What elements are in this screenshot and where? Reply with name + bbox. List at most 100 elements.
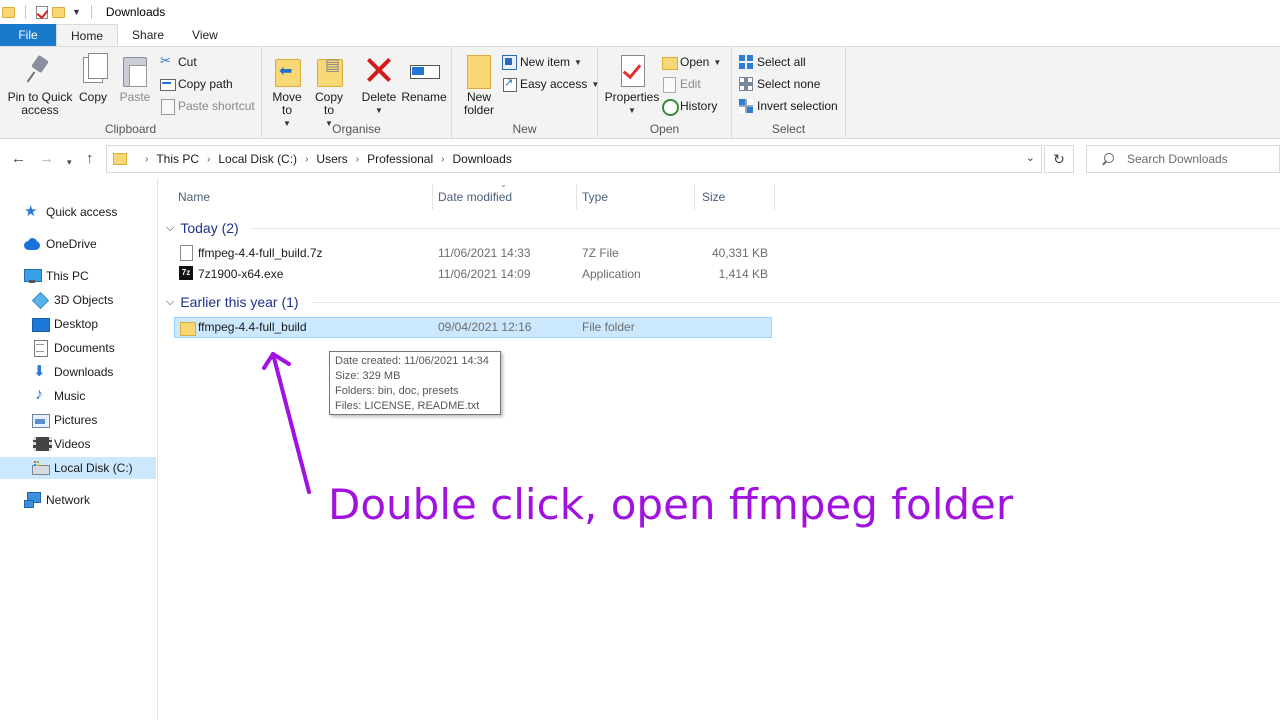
breadcrumb-separator-icon[interactable]: › bbox=[145, 154, 148, 165]
refresh-button[interactable]: ↻ bbox=[1044, 145, 1074, 173]
sidebar-item-network[interactable]: Network bbox=[24, 489, 90, 511]
sidebar-item-quick-access[interactable]: Quick access bbox=[24, 201, 117, 223]
paste-button[interactable]: Paste bbox=[118, 53, 152, 104]
breadcrumb-downloads[interactable]: Downloads bbox=[452, 152, 511, 166]
tab-home[interactable]: Home bbox=[56, 24, 119, 46]
breadcrumb-users[interactable]: Users bbox=[316, 152, 347, 166]
delete-button[interactable]: Delete ▼ bbox=[360, 53, 398, 117]
search-input[interactable]: Search Downloads bbox=[1086, 145, 1280, 173]
sidebar-item-music[interactable]: Music bbox=[32, 385, 85, 407]
sidebar-item-label: Videos bbox=[54, 437, 91, 451]
open-button[interactable]: Open ▼ bbox=[662, 53, 721, 71]
column-header-date-modified[interactable]: Date modified bbox=[432, 186, 576, 208]
breadcrumb-professional[interactable]: Professional bbox=[367, 152, 433, 166]
pin-icon bbox=[24, 53, 56, 89]
breadcrumb-separator-icon[interactable]: › bbox=[305, 154, 308, 165]
back-arrow-icon[interactable]: ← bbox=[11, 150, 26, 168]
rename-label: Rename bbox=[401, 90, 447, 104]
column-header-name[interactable]: Name bbox=[172, 186, 432, 208]
easy-access-button[interactable]: Easy access ▼ bbox=[502, 75, 599, 93]
search-icon bbox=[1101, 153, 1114, 165]
chevron-down-icon: ▼ bbox=[574, 57, 582, 67]
annotation-arrow-head-right bbox=[271, 352, 291, 366]
tab-view[interactable]: View bbox=[178, 24, 232, 46]
sidebar-item-onedrive[interactable]: OneDrive bbox=[24, 233, 97, 255]
column-divider[interactable] bbox=[694, 184, 695, 210]
file-type: Application bbox=[582, 267, 641, 281]
sidebar-item-videos[interactable]: Videos bbox=[32, 433, 90, 455]
address-history-chevron-icon[interactable]: ⌄ bbox=[1026, 151, 1035, 164]
file-row[interactable]: 7z1900-x64.exe 11/06/2021 14:09 Applicat… bbox=[174, 264, 772, 285]
column-header-type[interactable]: Type bbox=[576, 186, 694, 208]
group-header-today[interactable]: ⌵ Today (2) bbox=[166, 218, 239, 238]
collapse-chevron-icon[interactable]: ⌵ bbox=[166, 222, 174, 235]
delete-x-icon bbox=[363, 53, 395, 89]
tab-file[interactable]: File bbox=[0, 24, 56, 46]
open-group: Properties ▼ Open ▼ Edit History Open bbox=[598, 47, 732, 139]
folder-icon bbox=[113, 153, 127, 165]
file-name: ffmpeg-4.4-full_build.7z bbox=[198, 246, 323, 260]
cut-button[interactable]: Cut bbox=[160, 53, 197, 71]
customize-toolbar-chevron-icon[interactable]: ▼ bbox=[72, 7, 81, 17]
paste-shortcut-button[interactable]: Paste shortcut bbox=[160, 97, 255, 115]
breadcrumb-separator-icon[interactable]: › bbox=[356, 154, 359, 165]
breadcrumb-this-pc[interactable]: This PC bbox=[156, 152, 199, 166]
new-folder-icon[interactable] bbox=[52, 6, 65, 18]
address-bar[interactable]: › This PC › Local Disk (C:) › Users › Pr… bbox=[106, 145, 1042, 173]
recent-locations-chevron-icon[interactable]: ▾ bbox=[67, 153, 72, 171]
tab-share[interactable]: Share bbox=[118, 24, 178, 46]
breadcrumb-local-disk[interactable]: Local Disk (C:) bbox=[218, 152, 297, 166]
toolbar-divider bbox=[90, 5, 92, 19]
collapse-chevron-icon[interactable]: ⌵ bbox=[166, 296, 174, 309]
select-none-button[interactable]: Select none bbox=[739, 75, 820, 93]
sidebar-item-local-disk[interactable]: Local Disk (C:) bbox=[0, 457, 156, 479]
sidebar-item-documents[interactable]: Documents bbox=[32, 337, 115, 359]
file-date: 11/06/2021 14:09 bbox=[438, 267, 531, 281]
folder-icon bbox=[180, 320, 196, 336]
sidebar-item-this-pc[interactable]: This PC bbox=[24, 265, 89, 287]
pin-to-quick-access-button[interactable]: Pin to Quick access bbox=[6, 53, 74, 117]
new-group-label: New bbox=[512, 122, 537, 136]
copy-button[interactable]: Copy bbox=[76, 53, 110, 104]
sidebar-item-pictures[interactable]: Pictures bbox=[32, 409, 97, 431]
edit-button[interactable]: Edit bbox=[662, 75, 701, 93]
select-none-label: Select none bbox=[757, 77, 821, 91]
file-row-selected[interactable]: ffmpeg-4.4-full_build 09/04/2021 12:16 F… bbox=[174, 317, 772, 338]
properties-button[interactable]: Properties ▼ bbox=[604, 53, 660, 117]
select-all-button[interactable]: Select all bbox=[739, 53, 806, 71]
quick-access-star-icon bbox=[24, 202, 40, 220]
sidebar-item-downloads[interactable]: Downloads bbox=[32, 361, 113, 383]
sidebar-item-label: Documents bbox=[54, 341, 115, 355]
copy-path-button[interactable]: Copy path bbox=[160, 75, 233, 93]
navigation-pane: Quick access OneDrive This PC 3D Objects… bbox=[0, 178, 158, 720]
up-arrow-icon[interactable]: ↑ bbox=[86, 150, 94, 168]
copy-icon bbox=[77, 53, 109, 89]
documents-icon bbox=[32, 340, 48, 357]
this-pc-icon bbox=[24, 268, 42, 284]
new-item-button[interactable]: New item ▼ bbox=[502, 53, 582, 71]
folder-icon[interactable] bbox=[2, 6, 15, 18]
invert-selection-button[interactable]: Invert selection bbox=[739, 97, 838, 115]
file-name: ffmpeg-4.4-full_build bbox=[198, 320, 307, 334]
easy-access-icon bbox=[502, 76, 517, 92]
sidebar-item-desktop[interactable]: Desktop bbox=[32, 313, 98, 335]
group-header-earlier-this-year[interactable]: ⌵ Earlier this year (1) bbox=[166, 292, 299, 312]
sidebar-item-3d-objects[interactable]: 3D Objects bbox=[32, 289, 113, 311]
sidebar-item-label: Local Disk (C:) bbox=[54, 461, 133, 475]
history-button[interactable]: History bbox=[662, 97, 717, 116]
forward-arrow-icon[interactable]: → bbox=[39, 150, 54, 168]
breadcrumb-separator-icon[interactable]: › bbox=[207, 154, 210, 165]
column-header-size[interactable]: Size bbox=[696, 186, 774, 208]
move-to-button[interactable]: Move to ▼ bbox=[270, 53, 304, 130]
scissors-icon bbox=[160, 53, 174, 69]
breadcrumb-separator-icon[interactable]: › bbox=[441, 154, 444, 165]
breadcrumb: › This PC › Local Disk (C:) › Users › Pr… bbox=[137, 152, 512, 166]
properties-check-icon[interactable] bbox=[36, 5, 48, 19]
column-divider[interactable] bbox=[774, 184, 775, 210]
paste-shortcut-label: Paste shortcut bbox=[178, 99, 255, 113]
rename-button[interactable]: Rename bbox=[400, 53, 448, 104]
file-row[interactable]: ffmpeg-4.4-full_build.7z 11/06/2021 14:3… bbox=[174, 243, 772, 264]
copy-to-button[interactable]: Copy to ▼ bbox=[312, 53, 346, 130]
annotation-arrow-shaft bbox=[271, 352, 311, 494]
new-folder-button[interactable]: New folder bbox=[460, 53, 498, 117]
